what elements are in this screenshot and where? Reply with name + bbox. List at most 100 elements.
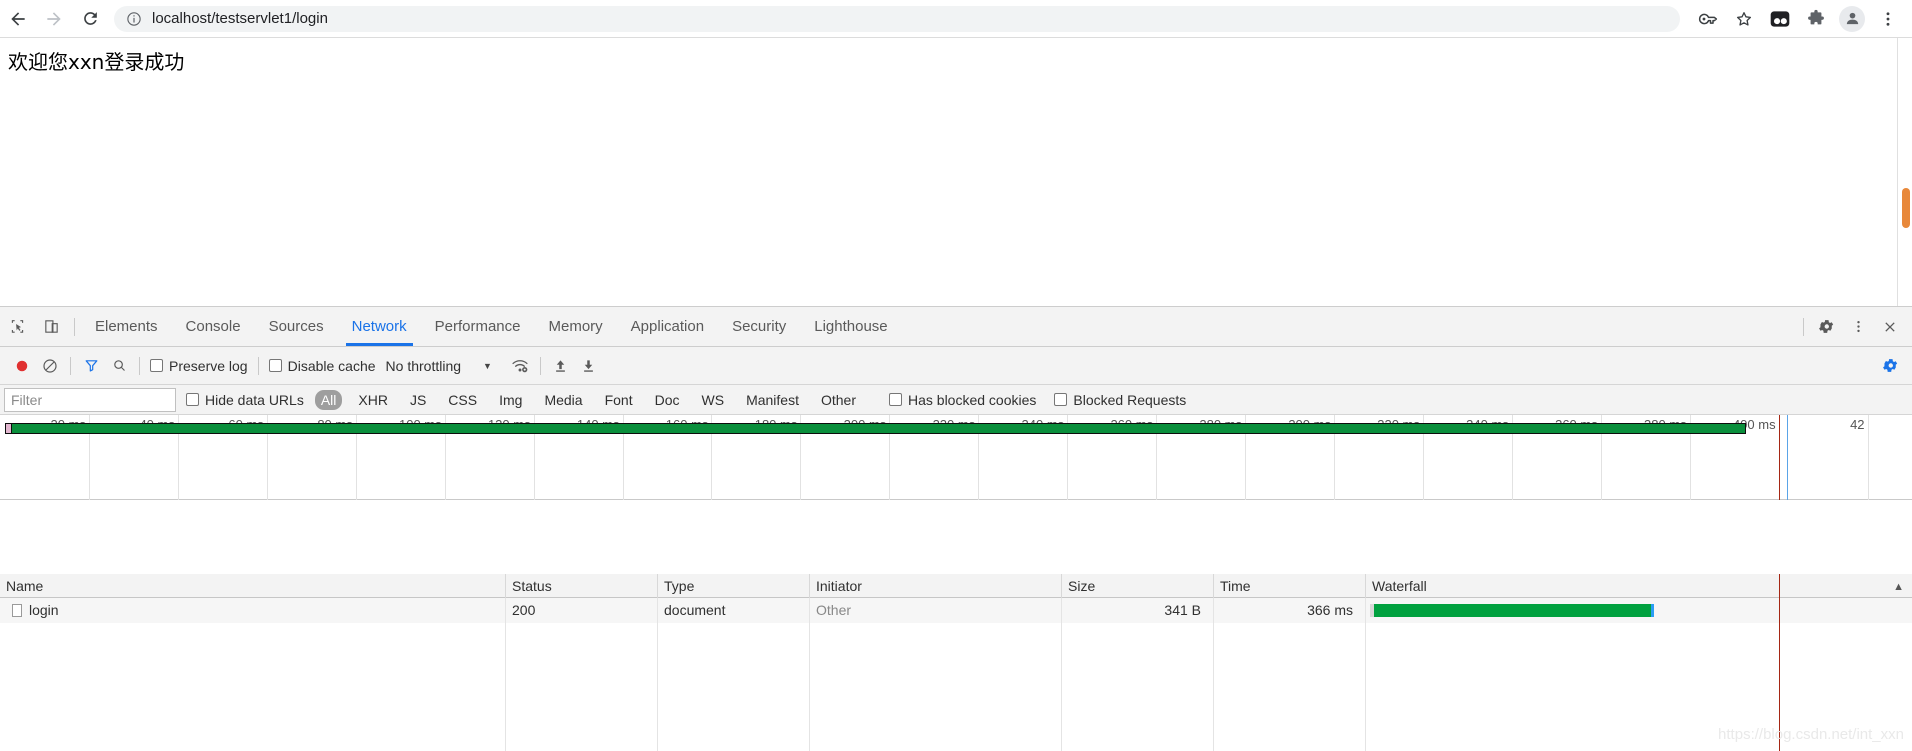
watermark-text: https://blog.csdn.net/int_xxn xyxy=(1718,726,1904,743)
type-filter-css[interactable]: CSS xyxy=(442,390,483,410)
type-filter-doc[interactable]: Doc xyxy=(649,390,686,410)
type-filter-img[interactable]: Img xyxy=(493,390,528,410)
network-request-table: Name Status Type Initiator Size Time Wat… xyxy=(0,574,1912,751)
empty-cell xyxy=(1214,648,1366,673)
toolbar-divider-3 xyxy=(257,356,259,375)
cell-name[interactable]: login xyxy=(0,598,506,623)
empty-cell xyxy=(506,698,658,723)
type-filter-manifest[interactable]: Manifest xyxy=(740,390,805,410)
page-scrollbar-thumb[interactable] xyxy=(1902,188,1910,228)
clear-button[interactable] xyxy=(36,352,64,380)
preserve-log-label: Preserve log xyxy=(169,357,248,374)
column-header-time[interactable]: Time xyxy=(1214,574,1366,598)
checkbox-box xyxy=(889,393,902,406)
settings-gear-icon[interactable] xyxy=(1810,311,1842,343)
table-empty-row xyxy=(0,648,1912,673)
back-arrow-icon xyxy=(11,11,25,26)
checkbox-box xyxy=(150,359,163,372)
hide-data-urls-checkbox[interactable]: Hide data URLs xyxy=(186,392,304,408)
puzzle-icon[interactable] xyxy=(1798,1,1834,37)
table-empty-rows xyxy=(0,623,1912,751)
reload-icon xyxy=(83,12,97,25)
network-toolbar: Preserve log Disable cache No throttling… xyxy=(0,347,1912,385)
tab-label: Lighthouse xyxy=(814,318,888,335)
devtools-more-icon[interactable] xyxy=(1842,311,1874,343)
type-filter-media[interactable]: Media xyxy=(538,390,588,410)
toolbar-divider-1 xyxy=(70,356,71,375)
network-overview-timeline[interactable]: 20 ms40 ms60 ms80 ms100 ms120 ms140 ms16… xyxy=(0,415,1912,500)
empty-cell xyxy=(1214,673,1366,698)
table-row[interactable]: login 200 document Other 341 B 366 ms xyxy=(0,598,1912,623)
cell-initiator[interactable]: Other xyxy=(810,598,1062,623)
extension-dark-icon[interactable] xyxy=(1762,1,1798,37)
inspect-element-icon[interactable] xyxy=(0,310,34,344)
type-filter-ws[interactable]: WS xyxy=(696,390,731,410)
address-bar[interactable]: localhost/testservlet1/login xyxy=(114,5,1680,32)
network-settings-gear-icon[interactable] xyxy=(1876,352,1904,380)
column-header-size[interactable]: Size xyxy=(1062,574,1214,598)
browser-action-icons xyxy=(1690,1,1912,37)
empty-cell xyxy=(1366,623,1912,648)
filter-input[interactable] xyxy=(4,387,176,412)
throttling-select[interactable]: No throttling ▼ xyxy=(386,358,492,374)
column-header-waterfall[interactable]: Waterfall ▲ xyxy=(1366,574,1912,598)
tab-lighthouse[interactable]: Lighthouse xyxy=(800,307,901,346)
tab-label: Sources xyxy=(268,318,324,335)
device-toolbar-icon[interactable] xyxy=(34,310,68,344)
empty-cell xyxy=(810,673,1062,698)
blocked-options: Has blocked cookies Blocked Requests xyxy=(885,392,1200,408)
tab-elements[interactable]: Elements xyxy=(81,307,172,346)
page-scrollbar[interactable] xyxy=(1897,38,1912,306)
tab-sources[interactable]: Sources xyxy=(255,307,338,346)
blocked-requests-checkbox[interactable]: Blocked Requests xyxy=(1054,392,1186,408)
tab-security[interactable]: Security xyxy=(718,307,800,346)
tabbar-divider xyxy=(74,317,75,336)
resource-type-filters: All XHR JS CSS Img Media Font Doc WS Man… xyxy=(310,389,867,410)
site-info-icon[interactable] xyxy=(126,11,142,27)
preserve-log-checkbox[interactable]: Preserve log xyxy=(150,358,248,374)
profile-avatar[interactable] xyxy=(1834,1,1870,37)
tab-console[interactable]: Console xyxy=(172,307,255,346)
type-filter-xhr[interactable]: XHR xyxy=(352,390,394,410)
chrome-menu-icon[interactable] xyxy=(1870,1,1906,37)
empty-cell xyxy=(1062,648,1214,673)
tab-network[interactable]: Network xyxy=(338,307,421,346)
type-filter-font[interactable]: Font xyxy=(599,390,639,410)
type-filter-other[interactable]: Other xyxy=(815,390,862,410)
has-blocked-cookies-checkbox[interactable]: Has blocked cookies xyxy=(889,392,1036,408)
empty-cell xyxy=(0,723,506,748)
actions-divider xyxy=(1803,317,1804,336)
forward-button[interactable] xyxy=(36,1,72,37)
sort-ascending-icon: ▲ xyxy=(1893,580,1904,593)
cell-time: 366 ms xyxy=(1214,598,1366,623)
tab-memory[interactable]: Memory xyxy=(535,307,617,346)
export-har-icon[interactable] xyxy=(575,352,603,380)
column-header-initiator[interactable]: Initiator xyxy=(810,574,1062,598)
devtools-close-icon[interactable] xyxy=(1874,311,1906,343)
empty-cell xyxy=(0,648,506,673)
network-conditions-icon[interactable] xyxy=(506,352,534,380)
record-button[interactable] xyxy=(8,352,36,380)
disable-cache-checkbox[interactable]: Disable cache xyxy=(268,358,376,374)
back-button[interactable] xyxy=(0,1,36,37)
type-filter-all[interactable]: All xyxy=(314,389,343,410)
reload-button[interactable] xyxy=(72,1,108,37)
type-filter-js[interactable]: JS xyxy=(404,390,432,410)
column-header-name[interactable]: Name xyxy=(0,574,506,598)
filter-funnel-icon[interactable] xyxy=(77,352,105,380)
column-header-type[interactable]: Type xyxy=(658,574,810,598)
empty-cell xyxy=(658,623,810,648)
table-empty-row xyxy=(0,723,1912,748)
import-har-icon[interactable] xyxy=(547,352,575,380)
timeline-tick: 42 xyxy=(1850,415,1869,500)
tab-performance[interactable]: Performance xyxy=(421,307,535,346)
tab-application[interactable]: Application xyxy=(617,307,718,346)
password-key-icon[interactable] xyxy=(1690,1,1726,37)
network-toolbar-right xyxy=(1876,352,1904,380)
bookmark-star-icon[interactable] xyxy=(1726,1,1762,37)
search-icon[interactable] xyxy=(105,352,133,380)
empty-cell xyxy=(506,623,658,648)
column-header-status[interactable]: Status xyxy=(506,574,658,598)
empty-cell xyxy=(0,623,506,648)
empty-cell xyxy=(658,673,810,698)
